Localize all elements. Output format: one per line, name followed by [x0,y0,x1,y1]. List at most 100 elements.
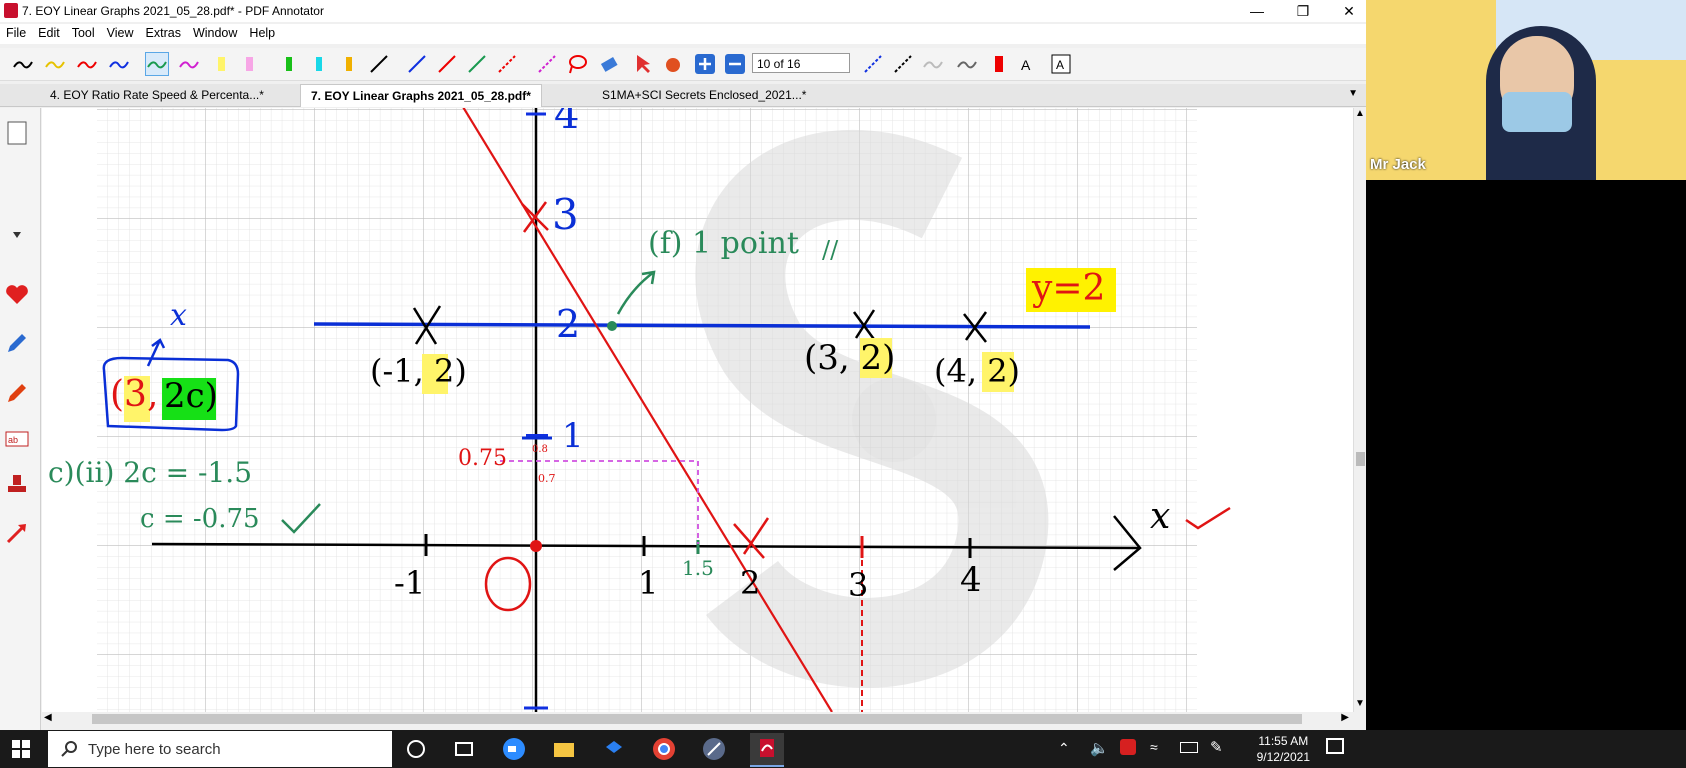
pen-magenta-icon[interactable] [178,53,200,75]
dashed-line-magenta-icon[interactable] [536,53,558,75]
maximize-button[interactable]: ❐ [1280,0,1326,22]
zoom-app-icon[interactable] [502,737,526,761]
video-panel-empty [1366,180,1686,730]
show-hidden-icons-icon[interactable]: ⌃ [1058,740,1070,757]
color-red-swatch-icon[interactable] [988,53,1010,75]
search-placeholder: Type here to search [88,741,221,758]
pen-black-icon[interactable] [12,53,34,75]
menu-view[interactable]: View [101,24,140,42]
line-red-icon[interactable] [436,53,458,75]
dropbox-tray-icon[interactable] [1120,739,1136,755]
tab-eoy-ratio[interactable]: 4. EOY Ratio Rate Speed & Percenta...* [40,84,274,106]
pen-dark-icon[interactable] [956,53,978,75]
line-blue-icon[interactable] [406,53,428,75]
page-thumbnail-icon[interactable] [4,120,30,146]
hand-tool-icon[interactable] [662,53,684,75]
line-black-icon[interactable] [368,53,390,75]
volume-icon[interactable]: 🔈 [1090,739,1109,757]
dashed-line-black-icon[interactable] [892,53,914,75]
stamp-icon[interactable] [4,472,30,498]
zoom-out-button[interactable] [724,53,746,75]
y-readoff-small-bottom: 0.7 [538,472,556,485]
system-clock[interactable]: 11:55 AM 9/12/2021 [1257,733,1310,765]
tab-eoy-linear-graphs[interactable]: 7. EOY Linear Graphs 2021_05_28.pdf* [300,84,542,107]
file-explorer-icon[interactable] [552,737,576,761]
left-tool-panel: ab [0,108,41,730]
battery-icon[interactable] [1180,742,1198,753]
window-title: 7. EOY Linear Graphs 2021_05_28.pdf* - P… [22,4,324,18]
f-annotation: (f) 1 point [648,226,799,261]
pen-workspace-icon[interactable]: ✎ [1210,738,1223,756]
pen-blue-icon[interactable] [108,53,130,75]
scroll-thumb[interactable] [1356,452,1365,466]
horizontal-scroll-thumb[interactable] [92,714,1302,724]
x-label-1: 1 [638,564,659,602]
highlighter-yellow-icon[interactable] [210,53,232,75]
pen-red-icon[interactable] [76,53,98,75]
select-arrow-icon[interactable] [632,53,654,75]
menu-file[interactable]: File [0,24,32,42]
menu-extras[interactable]: Extras [140,24,187,42]
menu-edit[interactable]: Edit [32,24,66,42]
minimize-button[interactable]: — [1234,0,1280,22]
marker-cyan-icon[interactable] [308,53,330,75]
notifications-icon[interactable] [1326,738,1344,754]
vertical-scrollbar[interactable]: ▲ ▼ [1353,108,1367,712]
task-view-icon[interactable] [452,737,476,761]
clock-date: 9/12/2021 [1256,750,1310,764]
pen-gray-icon[interactable] [922,53,944,75]
dropbox-icon[interactable] [602,737,626,761]
tab-list-dropdown-icon[interactable]: ▼ [1348,88,1358,99]
text-field-icon[interactable]: ab [4,426,30,452]
pen-app-icon[interactable] [702,737,726,761]
cortana-icon[interactable] [404,737,428,761]
svg-text:A: A [1056,58,1064,72]
highlighter-tool-icon[interactable] [4,380,30,406]
arrow-tool-icon[interactable] [4,520,30,546]
highlighter-pink-icon[interactable] [238,53,260,75]
menu-help[interactable]: Help [243,24,281,42]
toolbar: 10 of 16 A A [0,48,1366,81]
x-label-minus1: -1 [394,564,426,602]
zoom-in-button[interactable] [694,53,716,75]
dashed-line-blue-icon[interactable] [862,53,884,75]
x-axis-name: x [1150,496,1171,537]
scroll-left-icon[interactable]: ◀ [44,712,52,723]
working-line-1: c)(ii) 2c = -1.5 [48,456,253,489]
marker-green-icon[interactable] [278,53,300,75]
dashed-line-red-icon[interactable] [496,53,518,75]
pen-yellow-icon[interactable] [44,53,66,75]
pdf-annotator-window: 7. EOY Linear Graphs 2021_05_28.pdf* - P… [0,0,1367,730]
pen-tool-icon[interactable] [4,330,30,356]
windows-taskbar: Type here to search ⌃ 🔈 ≈ ✎ 11:55 AM 9/1… [0,730,1686,768]
menu-window[interactable]: Window [187,24,243,42]
taskbar-search-box[interactable]: Type here to search [48,731,392,767]
marker-orange-icon[interactable] [338,53,360,75]
tab-label: 4. EOY Ratio Rate Speed & Percenta...* [50,88,264,102]
scroll-down-icon[interactable] [4,222,30,248]
pen-green-icon[interactable] [145,52,169,76]
tab-label: 7. EOY Linear Graphs 2021_05_28.pdf* [311,89,531,103]
y-label-1: 1 [562,416,584,456]
pdf-annotator-taskbar-icon[interactable] [750,733,784,767]
page-number-field[interactable]: 10 of 16 [752,53,850,73]
eraser-icon[interactable] [598,53,620,75]
start-button[interactable] [12,740,30,758]
scroll-up-icon[interactable]: ▲ [1355,108,1365,119]
menu-tool[interactable]: Tool [66,24,101,42]
scroll-right-icon[interactable]: ▶ [1341,712,1349,723]
network-icon[interactable]: ≈ [1150,739,1158,755]
text-tool-icon[interactable]: A [1016,53,1038,75]
origin-point [530,540,542,552]
chrome-icon[interactable] [652,737,676,761]
horizontal-scrollbar[interactable]: ◀ ▶ [42,712,1353,726]
lasso-icon[interactable] [566,53,588,75]
line-green-icon[interactable] [466,53,488,75]
tab-s1ma-sci[interactable]: S1MA+SCI Secrets Enclosed_2021...* [592,84,816,106]
point-label-4-2: (4, 2) [934,352,1021,390]
scroll-down-arrow-icon[interactable]: ▼ [1355,698,1365,709]
text-box-tool-icon[interactable]: A [1050,53,1072,75]
favorites-heart-icon[interactable] [4,282,30,308]
search-icon [60,740,78,761]
pdf-page-view[interactable]: 4 3 2 1 -1 1 1.5 2 3 4 O x (-1, 2) (3, 2… [42,108,1353,712]
